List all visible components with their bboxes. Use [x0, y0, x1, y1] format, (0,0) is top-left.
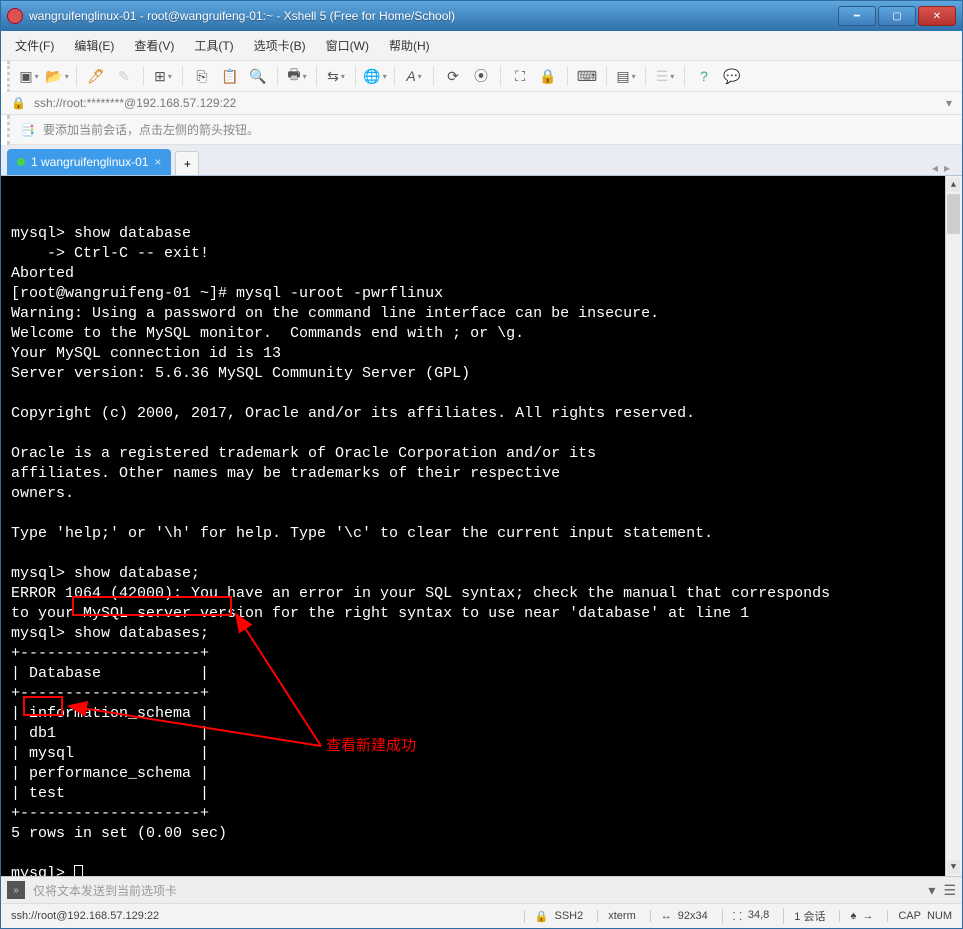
tab-close-button[interactable]: × [154, 155, 161, 169]
menu-view[interactable]: 查看(V) [130, 35, 178, 56]
stop-button[interactable]: ⦿ [470, 65, 492, 87]
refresh-button[interactable]: ⟳ [442, 65, 464, 87]
fullscreen-button[interactable]: ⛶ [509, 65, 531, 87]
copy-button[interactable]: ⎘ [191, 65, 213, 87]
titlebar: wangruifenglinux-01 - root@wangruifeng-0… [1, 1, 962, 31]
separator [182, 66, 183, 86]
reconnect-button[interactable]: 🖊 [85, 65, 107, 87]
maximize-button[interactable]: ▢ [878, 6, 916, 26]
window-title: wangruifenglinux-01 - root@wangruifeng-0… [29, 9, 832, 23]
status-protocol: SSH2 [555, 910, 584, 923]
address-text: ssh://root:********@192.168.57.129:22 [34, 96, 236, 110]
tab-nav: ◂ ▸ [932, 161, 956, 175]
menu-file[interactable]: 文件(F) [11, 35, 58, 56]
send-icon[interactable]: » [7, 881, 25, 899]
menu-help[interactable]: 帮助(H) [385, 35, 434, 56]
status-connection: ssh://root@192.168.57.129:22 [11, 910, 159, 922]
lock-icon: 🔒 [535, 910, 549, 923]
window-controls: ━ ▢ ✕ [838, 6, 956, 26]
bookmark-icon[interactable]: 📑 [20, 123, 35, 137]
input-menu-icon[interactable]: ☰ [943, 882, 956, 899]
open-button[interactable]: 📂 [46, 65, 68, 87]
font-button[interactable]: A [403, 65, 425, 87]
status-term: xterm [608, 910, 636, 922]
status-num: NUM [927, 910, 952, 922]
status-size: 92x34 [678, 910, 708, 922]
transfer-button[interactable]: ⇆ [325, 65, 347, 87]
new-session-button[interactable]: ▣ [18, 65, 40, 87]
separator [277, 66, 278, 86]
lock-button[interactable]: 🔒 [537, 65, 559, 87]
status-sessions: 1 会话 [794, 908, 825, 924]
hint-bar: 📑 要添加当前会话，点击左侧的箭头按钮。 [7, 115, 962, 145]
separator [433, 66, 434, 86]
separator [355, 66, 356, 86]
separator [606, 66, 607, 86]
menu-window[interactable]: 窗口(W) [322, 35, 373, 56]
paste-button[interactable]: 📋 [219, 65, 241, 87]
terminal-scrollbar[interactable]: ▲ ▼ [945, 176, 962, 876]
menu-edit[interactable]: 编辑(E) [70, 35, 118, 56]
separator [76, 66, 77, 86]
chat-button[interactable]: 💬 [721, 65, 743, 87]
separator [567, 66, 568, 86]
menu-tabs[interactable]: 选项卡(B) [250, 35, 310, 56]
lock-icon: 🔒 [11, 96, 26, 110]
terminal-content: mysql> show database -> Ctrl-C -- exit! … [11, 204, 952, 876]
layout-button[interactable]: ▤ [615, 65, 637, 87]
session-tab[interactable]: 1 wangruifenglinux-01 × [7, 149, 171, 175]
menubar: 文件(F) 编辑(E) 查看(V) 工具(T) 选项卡(B) 窗口(W) 帮助(… [1, 31, 962, 61]
input-field[interactable]: 仅将文本发送到当前选项卡 [33, 882, 920, 899]
separator [316, 66, 317, 86]
annotation-text: 查看新建成功 [326, 736, 416, 756]
disconnect-button[interactable]: ✎ [113, 65, 135, 87]
terminal[interactable]: mysql> show database -> Ctrl-C -- exit! … [1, 176, 962, 876]
sess-prev-icon[interactable]: ♠ [850, 910, 856, 922]
address-bar[interactable]: 🔒 ssh://root:********@192.168.57.129:22 … [1, 92, 962, 115]
separator [684, 66, 685, 86]
minimize-button[interactable]: ━ [838, 6, 876, 26]
globe-button[interactable]: 🌐 [364, 65, 386, 87]
status-cap: CAP [898, 910, 921, 922]
size-icon: ↔ [661, 910, 672, 922]
status-pos: 34,8 [748, 909, 769, 924]
pos-icon: ⸬ [733, 909, 742, 924]
separator [394, 66, 395, 86]
scrollbar-thumb[interactable] [947, 194, 960, 234]
print-button[interactable]: 🖶 [286, 65, 308, 87]
tab-prev-icon[interactable]: ◂ [932, 161, 938, 175]
tab-next-icon[interactable]: ▸ [944, 161, 950, 175]
chevron-down-icon[interactable]: ▾ [946, 96, 952, 110]
separator [143, 66, 144, 86]
panel-button[interactable]: ☰ [654, 65, 676, 87]
status-dot-icon [17, 158, 25, 166]
scroll-down-icon[interactable]: ▼ [947, 860, 960, 874]
status-bar: ssh://root@192.168.57.129:22 🔒 SSH2 xterm… [1, 903, 962, 928]
new-tab-button[interactable]: + [175, 151, 199, 175]
tab-bar: 1 wangruifenglinux-01 × + ◂ ▸ [1, 145, 962, 176]
toolbar: ▣ 📂 🖊 ✎ ⊞ ⎘ 📋 🔍 🖶 ⇆ 🌐 A ⟳ ⦿ ⛶ 🔒 ⌨ ▤ ☰ ? … [7, 61, 962, 92]
app-icon [7, 8, 23, 24]
properties-button[interactable]: ⊞ [152, 65, 174, 87]
separator [500, 66, 501, 86]
input-bar: » 仅将文本发送到当前选项卡 ▾ ☰ [1, 876, 962, 903]
close-button[interactable]: ✕ [918, 6, 956, 26]
sess-next-icon[interactable]: → [862, 910, 873, 922]
separator [645, 66, 646, 86]
tab-label: 1 wangruifenglinux-01 [31, 155, 148, 169]
hint-text: 要添加当前会话，点击左侧的箭头按钮。 [43, 121, 259, 138]
scroll-up-icon[interactable]: ▲ [947, 178, 960, 192]
keyboard-button[interactable]: ⌨ [576, 65, 598, 87]
menu-tools[interactable]: 工具(T) [190, 35, 237, 56]
find-button[interactable]: 🔍 [247, 65, 269, 87]
input-dropdown-icon[interactable]: ▾ [928, 882, 935, 899]
help-button[interactable]: ? [693, 65, 715, 87]
